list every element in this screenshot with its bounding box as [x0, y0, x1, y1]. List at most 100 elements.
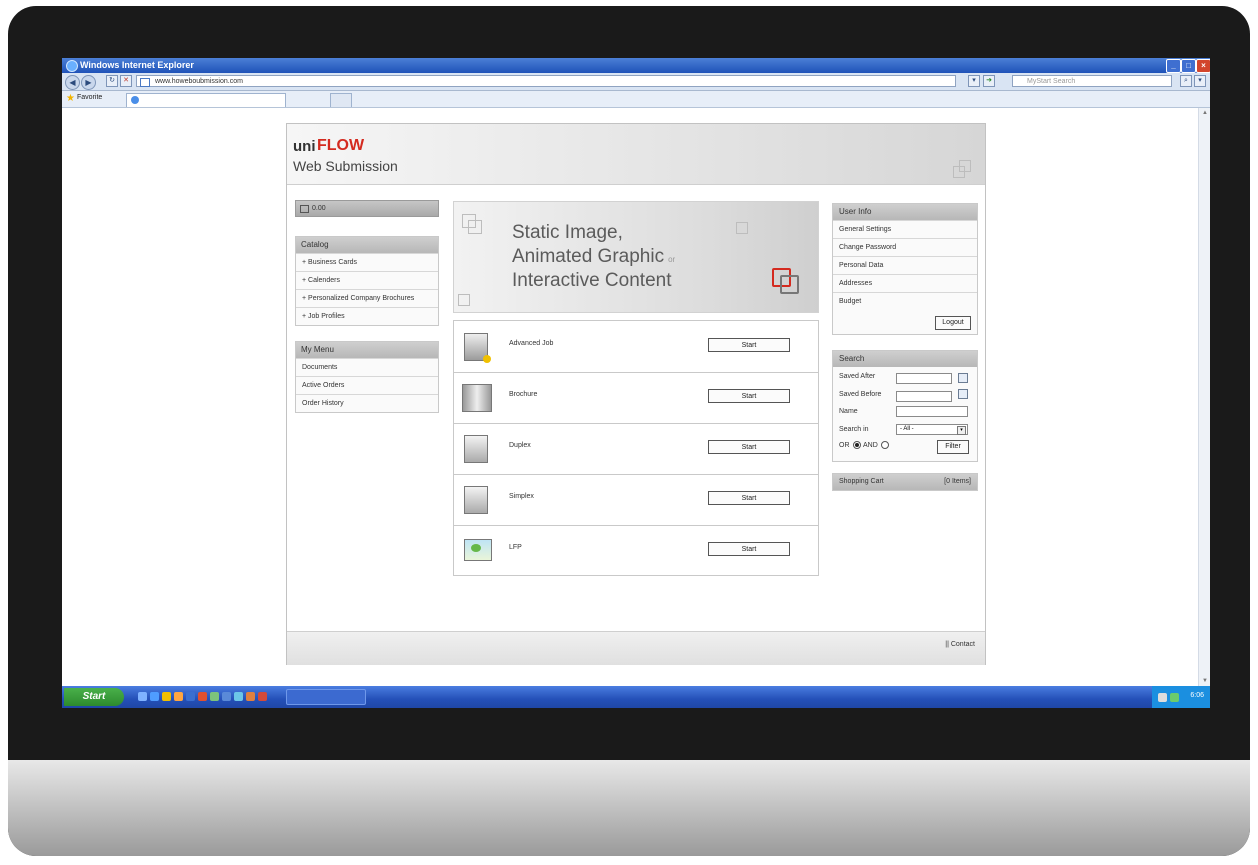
forward-icon[interactable]: ▶: [81, 75, 96, 90]
banner-line-2: Animated Graphic or: [512, 246, 675, 268]
tab-page-icon: [131, 96, 139, 104]
scroll-down-icon[interactable]: ▼: [1201, 678, 1209, 686]
name-input[interactable]: [896, 406, 968, 417]
catalog-item-personalized-brochures[interactable]: + Personalized Company Brochures: [296, 289, 438, 307]
page-footer: || Contact: [287, 631, 985, 665]
banner-square-icon: [468, 220, 482, 234]
search-panel: Search Saved After Saved Before Name Sea…: [832, 350, 978, 462]
logout-button[interactable]: Logout: [935, 316, 971, 330]
saved-after-input[interactable]: [896, 373, 952, 384]
user-info-title: User Info: [839, 207, 872, 216]
page-title: Web Submission: [293, 158, 398, 174]
stop-icon[interactable]: ✕: [120, 75, 132, 87]
vertical-scrollbar[interactable]: ▲ ▼: [1198, 108, 1210, 688]
quicklaunch-app-icon[interactable]: [258, 692, 267, 701]
address-bar[interactable]: www.howeboubmission.com: [136, 75, 956, 87]
tray-security-icon[interactable]: [1170, 693, 1179, 702]
banner-gray-square-icon: [780, 275, 799, 294]
tray-network-icon[interactable]: [1158, 693, 1167, 702]
filter-button[interactable]: Filter: [937, 440, 969, 454]
page-header: uni FLOW Web Submission: [287, 124, 985, 185]
advanced-job-icon: [464, 333, 491, 363]
system-tray: 6:06: [1152, 686, 1210, 708]
my-menu-panel: My Menu Documents Active Orders Order Hi…: [295, 341, 439, 413]
user-info-change-password[interactable]: Change Password: [833, 238, 977, 256]
calendar-icon[interactable]: [958, 373, 968, 383]
duplex-start-button[interactable]: Start: [708, 440, 790, 454]
quicklaunch-media-icon[interactable]: [174, 692, 183, 701]
shopping-cart-count: [0 Items]: [944, 478, 971, 485]
refresh-icon[interactable]: ↻: [106, 75, 118, 87]
favorites-star-icon[interactable]: ★: [66, 93, 75, 105]
menu-item-order-history[interactable]: Order History: [296, 394, 438, 412]
quicklaunch-desktop-icon[interactable]: [138, 692, 147, 701]
my-menu-title: My Menu: [296, 342, 438, 358]
duplex-icon: [464, 435, 488, 463]
cart-summary-bar[interactable]: 0.00: [295, 200, 439, 217]
close-icon[interactable]: ×: [1196, 59, 1210, 73]
window-title: Windows Internet Explorer: [80, 60, 194, 70]
or-radio[interactable]: [853, 441, 861, 449]
taskbar-ie-window[interactable]: [286, 689, 366, 705]
new-tab-button[interactable]: [330, 93, 352, 107]
user-info-personal-data[interactable]: Personal Data: [833, 256, 977, 274]
catalog-item-calenders[interactable]: + Calenders: [296, 271, 438, 289]
banner-line-1: Static Image,: [512, 222, 623, 243]
catalog-item-business-cards[interactable]: + Business Cards: [296, 253, 438, 271]
window-titlebar: Windows Internet Explorer _ □ ×: [62, 58, 1210, 73]
quicklaunch-app-icon[interactable]: [222, 692, 231, 701]
monitor-chin: [8, 760, 1250, 856]
quicklaunch-app-icon[interactable]: [186, 692, 195, 701]
clock: 6:06: [1190, 692, 1204, 699]
quicklaunch-folder-icon[interactable]: [162, 692, 171, 701]
or-label: OR: [839, 442, 850, 449]
search-options-icon[interactable]: ▾: [1194, 75, 1206, 87]
job-list: Advanced Job Start Brochure Start Duplex…: [453, 320, 819, 576]
job-row-duplex: Duplex Start: [454, 423, 818, 475]
quicklaunch-app-icon[interactable]: [210, 692, 219, 701]
search-in-select[interactable]: - All - ▾: [896, 424, 968, 435]
go-icon[interactable]: ➜: [983, 75, 995, 87]
menu-item-documents[interactable]: Documents: [296, 358, 438, 376]
lfp-icon: [464, 539, 492, 561]
contact-link[interactable]: || Contact: [945, 641, 975, 648]
job-row-brochure: Brochure Start: [454, 372, 818, 424]
simplex-start-button[interactable]: Start: [708, 491, 790, 505]
favorites-label[interactable]: Favorite: [77, 94, 102, 101]
shopping-cart-bar[interactable]: Shopping Cart [0 Items]: [832, 473, 978, 491]
quicklaunch-app-icon[interactable]: [234, 692, 243, 701]
user-info-budget[interactable]: Budget: [833, 292, 977, 310]
quicklaunch-app-icon[interactable]: [198, 692, 207, 701]
logo-flow-text: FLOW: [317, 137, 365, 154]
job-label: Brochure: [509, 391, 538, 398]
search-input[interactable]: MyStart Search: [1012, 75, 1172, 87]
and-radio[interactable]: [881, 441, 889, 449]
advanced-job-start-button[interactable]: Start: [708, 338, 790, 352]
banner-line-2-text: Animated Graphic: [512, 246, 665, 267]
maximize-icon[interactable]: □: [1181, 59, 1196, 73]
user-info-general-settings[interactable]: General Settings: [833, 220, 977, 238]
start-button[interactable]: Start: [64, 688, 124, 706]
back-icon[interactable]: ◀: [65, 75, 80, 90]
user-info-addresses[interactable]: Addresses: [833, 274, 977, 292]
saved-before-input[interactable]: [896, 391, 952, 402]
search-icon[interactable]: ⌕: [1180, 75, 1192, 87]
name-label: Name: [839, 408, 858, 415]
lfp-start-button[interactable]: Start: [708, 542, 790, 556]
calendar-icon[interactable]: [958, 389, 968, 399]
scroll-up-icon[interactable]: ▲: [1201, 110, 1209, 118]
brochure-start-button[interactable]: Start: [708, 389, 790, 403]
simplex-icon: [464, 486, 488, 514]
address-dropdown-icon[interactable]: ▾: [968, 75, 980, 87]
browser-tab-active[interactable]: [126, 93, 286, 107]
chevron-down-icon[interactable]: ▾: [957, 426, 966, 435]
banner-square-icon: [736, 222, 748, 234]
catalog-item-job-profiles[interactable]: + Job Profiles: [296, 307, 438, 325]
quicklaunch-app-icon[interactable]: [246, 692, 255, 701]
menu-item-active-orders[interactable]: Active Orders: [296, 376, 438, 394]
job-row-advanced: Advanced Job Start: [454, 321, 818, 373]
header-squares-icon: [953, 166, 965, 178]
quicklaunch-ie-icon[interactable]: [150, 692, 159, 701]
minimize-icon[interactable]: _: [1166, 59, 1181, 73]
banner-line-3: Interactive Content: [512, 270, 672, 291]
